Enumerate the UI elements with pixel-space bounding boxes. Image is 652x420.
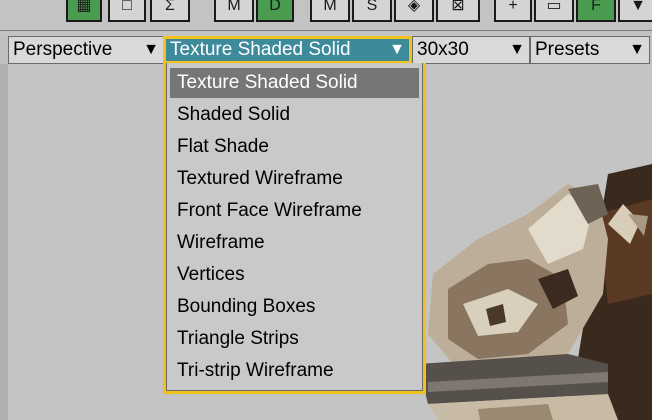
menu-item-vertices[interactable]: Vertices <box>170 260 419 290</box>
toolbar-button-10[interactable]: + <box>494 0 532 22</box>
toolbar-separator <box>0 30 652 31</box>
toolbar-button-4[interactable]: M <box>214 0 254 22</box>
grid-dropdown[interactable]: 30x30 ▼ <box>412 36 530 64</box>
square-icon: □ <box>122 0 132 14</box>
shading-dropdown[interactable]: Texture Shaded Solid ▼ <box>163 36 412 64</box>
shading-dropdown-label: Texture Shaded Solid <box>170 39 351 60</box>
plus-icon: + <box>508 0 518 14</box>
presets-dropdown[interactable]: Presets ▼ <box>530 36 650 64</box>
toolbar-button-13[interactable]: ▼ <box>618 0 652 22</box>
presets-dropdown-label: Presets <box>535 39 600 60</box>
menu-item-tri-strip-wireframe[interactable]: Tri-strip Wireframe <box>170 356 419 386</box>
box-icon: ⊠ <box>451 0 465 14</box>
f-icon: F <box>591 0 601 14</box>
menu-item-shaded-solid[interactable]: Shaded Solid <box>170 100 419 130</box>
menu-item-triangle-strips[interactable]: Triangle Strips <box>170 324 419 354</box>
grid-dropdown-label: 30x30 <box>417 39 469 60</box>
toolbar-button-8[interactable]: ◈ <box>394 0 434 22</box>
view-dropdown[interactable]: Perspective ▼ <box>8 36 164 64</box>
d-icon: D <box>269 0 281 14</box>
chevron-down-icon: ▼ <box>509 41 525 58</box>
top-toolbar: ▦ □ Σ M D M S ◈ ⊠ + ▭ F ▼ <box>0 0 652 36</box>
grid-icon: ▦ <box>76 0 92 14</box>
menu-item-wireframe[interactable]: Wireframe <box>170 228 419 258</box>
sigma-icon: Σ <box>165 0 175 14</box>
m-icon: M <box>227 0 241 14</box>
s-icon: S <box>366 0 378 14</box>
toolbar-button-1[interactable]: ▦ <box>66 0 102 22</box>
menu-item-texture-shaded-solid[interactable]: Texture Shaded Solid <box>170 68 419 98</box>
diamond-icon: ◈ <box>407 0 421 14</box>
menu-item-front-face-wireframe[interactable]: Front Face Wireframe <box>170 196 419 226</box>
arrow-down-icon: ▼ <box>630 0 646 14</box>
toolbar-button-6[interactable]: M <box>310 0 350 22</box>
toolbar-button-2[interactable]: □ <box>108 0 146 22</box>
viewport-edge <box>0 64 8 420</box>
chevron-down-icon: ▼ <box>389 41 405 58</box>
shading-mode-menu: Texture Shaded Solid Shaded Solid Flat S… <box>163 63 426 394</box>
view-dropdown-label: Perspective <box>13 39 113 60</box>
chevron-down-icon: ▼ <box>629 41 645 58</box>
toolbar-button-7[interactable]: S <box>352 0 392 22</box>
menu-item-textured-wireframe[interactable]: Textured Wireframe <box>170 164 419 194</box>
toolbar-button-3[interactable]: Σ <box>150 0 190 22</box>
m-icon: M <box>323 0 337 14</box>
menu-item-bounding-boxes[interactable]: Bounding Boxes <box>170 292 419 322</box>
toolbar-button-12[interactable]: F <box>576 0 616 22</box>
toolbar-button-11[interactable]: ▭ <box>534 0 574 22</box>
toolbar-button-5[interactable]: D <box>256 0 294 22</box>
menu-item-flat-shade[interactable]: Flat Shade <box>170 132 419 162</box>
toolbar-button-9[interactable]: ⊠ <box>436 0 480 22</box>
rectangle-icon: ▭ <box>546 0 562 14</box>
chevron-down-icon: ▼ <box>143 41 159 58</box>
